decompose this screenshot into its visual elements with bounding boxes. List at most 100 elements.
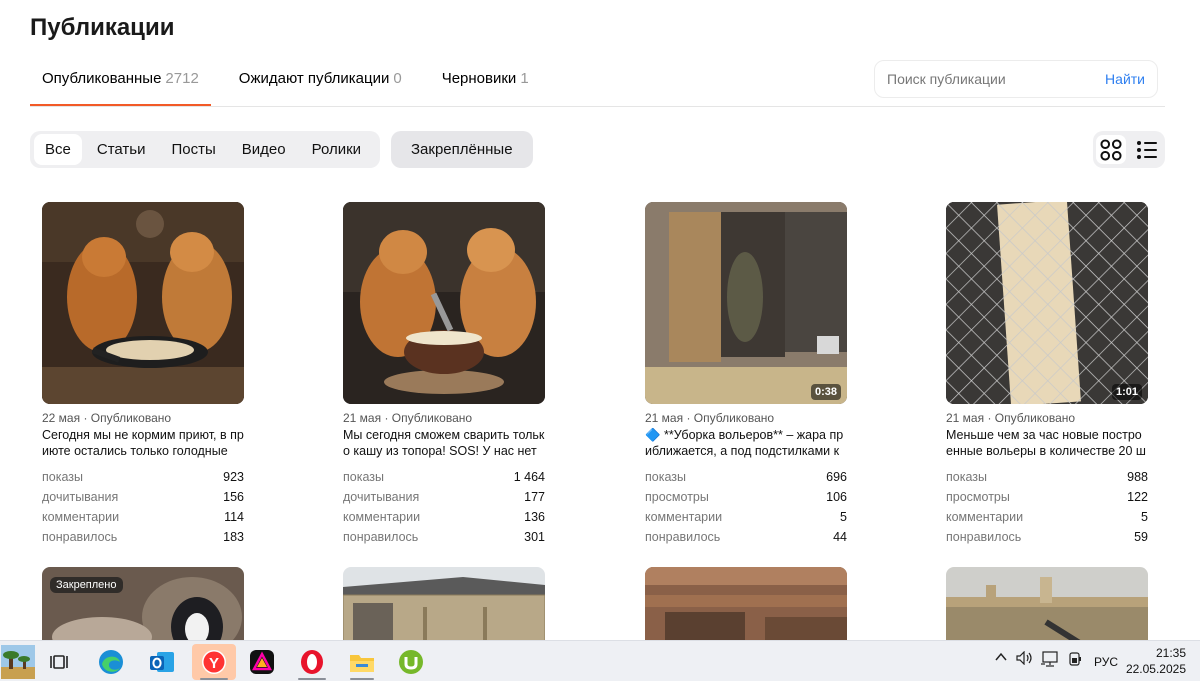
stat-row: просмотры 106 bbox=[645, 487, 847, 507]
publication-stats: показы 923 дочитывания 156 комментарии 114 … bbox=[42, 467, 244, 547]
publication-stats: показы 696 просмотры 106 комментарии 5 понр… bbox=[645, 467, 847, 547]
volume-icon[interactable] bbox=[1016, 650, 1034, 668]
filter-shorts[interactable]: Ролики bbox=[301, 134, 372, 165]
publication-card[interactable]: 21 мая · Опубликовано Мы сегодня сможем … bbox=[343, 202, 545, 547]
filter-pinned[interactable]: Закреплённые bbox=[391, 131, 533, 168]
search-input[interactable] bbox=[887, 71, 1087, 87]
stat-value: 923 bbox=[223, 470, 244, 484]
tab-pending[interactable]: Ожидают публикации 0 bbox=[227, 60, 414, 107]
publication-text: Мы сегодня сможем сварить только кашу из… bbox=[343, 428, 545, 458]
stat-label: дочитывания bbox=[343, 490, 420, 504]
stat-row: понравилось 183 bbox=[42, 527, 244, 547]
stat-value: 122 bbox=[1127, 490, 1148, 504]
tab-label: Ожидают публикации bbox=[238, 70, 390, 87]
view-toggle bbox=[1093, 131, 1165, 168]
video-duration: 1:01 bbox=[1111, 384, 1142, 400]
stat-label: просмотры bbox=[645, 490, 709, 504]
stat-label: просмотры bbox=[946, 490, 1010, 504]
stat-row: комментарии 5 bbox=[645, 507, 847, 527]
clock-date: 22.05.2025 bbox=[1125, 662, 1186, 676]
stat-row: дочитывания 156 bbox=[42, 487, 244, 507]
publication-card[interactable]: 1:01 21 мая · Опубликовано Меньше чем за… bbox=[946, 202, 1148, 547]
file-explorer-icon[interactable] bbox=[342, 644, 382, 680]
type-filter-group: Все Статьи Посты Видео Ролики bbox=[30, 131, 381, 168]
stat-row: показы 1 464 bbox=[343, 467, 545, 487]
filter-videos[interactable]: Видео bbox=[231, 134, 297, 165]
outlook-icon[interactable] bbox=[144, 644, 180, 680]
stat-row: просмотры 122 bbox=[946, 487, 1148, 507]
stat-value: 988 bbox=[1127, 470, 1148, 484]
stat-value: 59 bbox=[1134, 530, 1148, 544]
filter-all[interactable]: Все bbox=[34, 134, 82, 165]
stat-row: показы 988 bbox=[946, 467, 1148, 487]
affinity-icon[interactable] bbox=[244, 644, 280, 680]
stat-row: дочитывания 177 bbox=[343, 487, 545, 507]
stat-row: комментарии 5 bbox=[946, 507, 1148, 527]
tab-published[interactable]: Опубликованные 2712 bbox=[30, 60, 211, 107]
tab-drafts[interactable]: Черновики 1 bbox=[430, 60, 541, 107]
search-box: Найти bbox=[874, 60, 1158, 98]
filter-posts[interactable]: Посты bbox=[160, 134, 226, 165]
pinned-badge: Закреплено bbox=[50, 577, 123, 593]
publication-card[interactable]: 22 мая · Опубликовано Сегодня мы не корм… bbox=[42, 202, 244, 547]
tab-label: Черновики bbox=[441, 70, 517, 87]
publication-thumbnail[interactable] bbox=[946, 567, 1148, 640]
battery-icon[interactable] bbox=[1067, 651, 1083, 670]
publication-thumbnail[interactable]: 0:38 bbox=[645, 202, 847, 404]
stat-label: показы bbox=[343, 470, 384, 484]
tabs-divider bbox=[30, 106, 1165, 107]
publication-card[interactable]: 0:38 21 мая · Опубликовано 🔷 **Уборка во… bbox=[645, 202, 847, 547]
stat-label: понравилось bbox=[42, 530, 118, 544]
desktop-icon[interactable] bbox=[0, 644, 36, 680]
stat-label: показы bbox=[946, 470, 987, 484]
filter-articles[interactable]: Статьи bbox=[86, 134, 157, 165]
opera-icon[interactable] bbox=[290, 644, 334, 680]
stat-value: 183 bbox=[223, 530, 244, 544]
publication-thumbnail[interactable]: Закреплено bbox=[42, 567, 244, 640]
stat-row: комментарии 136 bbox=[343, 507, 545, 527]
publication-thumbnail[interactable] bbox=[42, 202, 244, 404]
tab-count: 2712 bbox=[165, 70, 199, 87]
publication-text: 🔷 **Уборка вольеров** – жара приближаетс… bbox=[645, 428, 844, 458]
stat-row: понравилось 59 bbox=[946, 527, 1148, 547]
clock-time: 21:35 bbox=[1155, 646, 1186, 660]
chevron-up-icon[interactable] bbox=[994, 651, 1008, 666]
stat-label: дочитывания bbox=[42, 490, 119, 504]
stat-value: 114 bbox=[224, 510, 244, 524]
stat-row: комментарии 114 bbox=[42, 507, 244, 527]
stat-label: комментарии bbox=[946, 510, 1024, 524]
publication-text: Меньше чем за час новые построенные воль… bbox=[946, 428, 1146, 458]
network-icon[interactable] bbox=[1041, 651, 1059, 670]
stat-label: комментарии bbox=[343, 510, 421, 524]
stat-label: комментарии bbox=[645, 510, 723, 524]
yandex-browser-icon[interactable]: Y bbox=[192, 644, 236, 680]
task-view-icon[interactable] bbox=[42, 644, 78, 680]
publication-thumbnail[interactable] bbox=[645, 567, 847, 640]
stat-label: понравилось bbox=[645, 530, 721, 544]
publication-stats: показы 988 просмотры 122 комментарии 5 понр… bbox=[946, 467, 1148, 547]
utorrent-icon[interactable] bbox=[393, 644, 429, 680]
publication-text: Сегодня мы не кормим приют, в приюте ост… bbox=[42, 428, 244, 458]
stat-row: показы 696 bbox=[645, 467, 847, 487]
publication-meta: 22 мая · Опубликовано bbox=[42, 411, 172, 425]
grid-view-icon[interactable] bbox=[1096, 135, 1126, 164]
stat-value: 44 bbox=[833, 530, 847, 544]
keyboard-language[interactable]: РУС bbox=[1094, 655, 1118, 669]
edge-icon[interactable] bbox=[93, 644, 129, 680]
publication-thumbnail[interactable] bbox=[343, 567, 545, 640]
publication-thumbnail[interactable]: 1:01 bbox=[946, 202, 1148, 404]
stat-value: 301 bbox=[524, 530, 545, 544]
search-button[interactable]: Найти bbox=[1105, 71, 1145, 87]
stat-label: комментарии bbox=[42, 510, 120, 524]
list-view-icon[interactable] bbox=[1132, 135, 1162, 164]
stat-label: показы bbox=[645, 470, 686, 484]
stat-row: показы 923 bbox=[42, 467, 244, 487]
stat-label: понравилось bbox=[946, 530, 1022, 544]
system-clock[interactable]: 21:35 22.05.2025 bbox=[1126, 645, 1186, 677]
stat-value: 1 464 bbox=[513, 470, 545, 484]
stat-value: 156 bbox=[223, 490, 244, 504]
publication-thumbnail[interactable] bbox=[343, 202, 545, 404]
svg-text:Y: Y bbox=[209, 655, 219, 672]
stat-value: 5 bbox=[1141, 510, 1148, 524]
tab-count: 0 bbox=[393, 70, 402, 87]
